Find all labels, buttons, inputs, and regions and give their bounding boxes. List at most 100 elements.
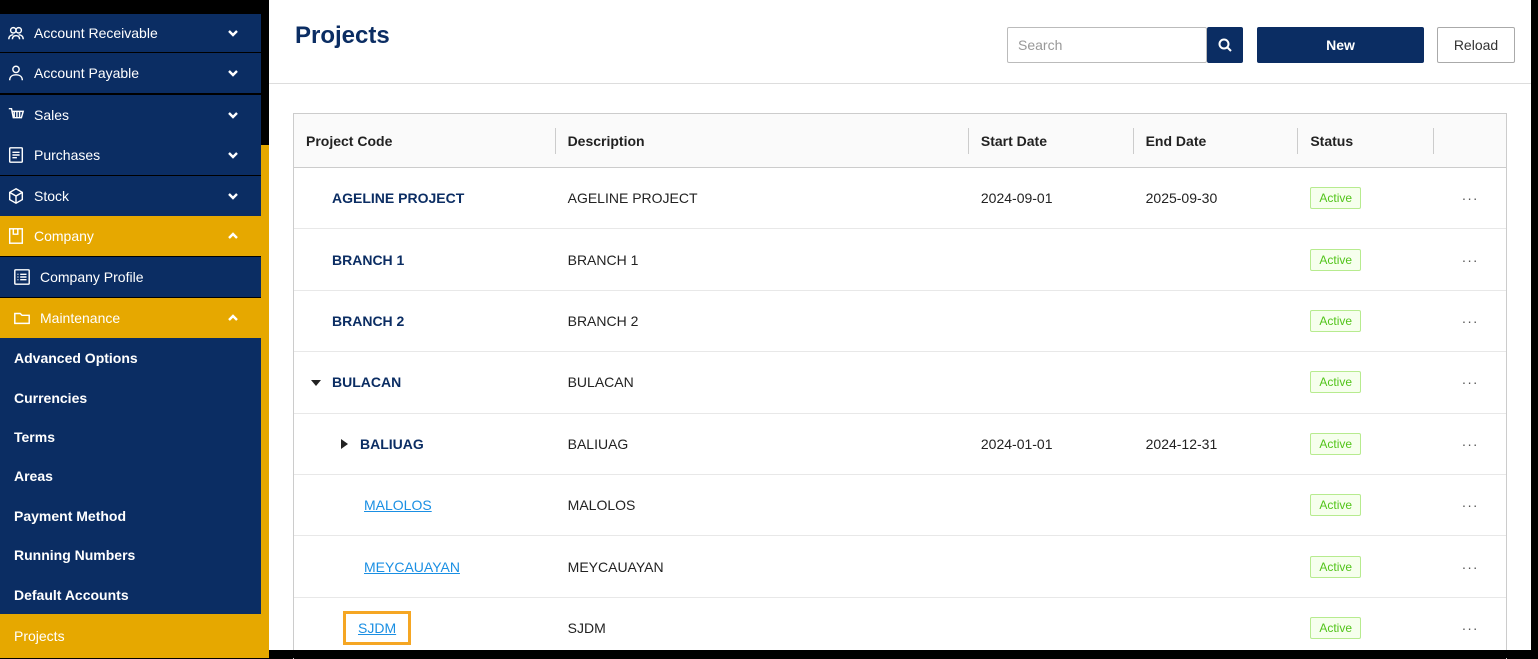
user-icon	[6, 63, 26, 83]
project-code[interactable]: BRANCH 2	[332, 313, 404, 329]
sidebar-item-projects[interactable]: Projects	[0, 614, 269, 658]
projects-table: Project Code Description Start Date End …	[293, 113, 1507, 659]
column-header-status[interactable]: Status	[1298, 114, 1434, 167]
table-row[interactable]: MALOLOS MALOLOS Active ···	[294, 475, 1506, 537]
table-row[interactable]: MEYCAUAYAN MEYCAUAYAN Active ···	[294, 536, 1506, 598]
project-code[interactable]: AGELINE PROJECT	[332, 190, 464, 206]
cart-icon	[6, 105, 26, 125]
status-badge: Active	[1310, 187, 1362, 210]
status-badge: Active	[1310, 555, 1362, 578]
bottom-edge	[269, 650, 1531, 658]
table-row[interactable]: AGELINE PROJECT AGELINE PROJECT 2024-09-…	[294, 168, 1506, 230]
sidebar-item-label: Account Payable	[34, 65, 140, 81]
project-description: BULACAN	[567, 374, 634, 391]
sidebar-item-purchases[interactable]: Purchases	[0, 135, 261, 175]
document-icon	[6, 145, 26, 165]
sidebar-item-label: Company Profile	[40, 269, 144, 285]
sidebar-item-advanced-options[interactable]: Advanced Options	[0, 338, 261, 378]
sidebar-item-label: Running Numbers	[14, 547, 136, 563]
sidebar-item-terms[interactable]: Terms	[0, 417, 261, 457]
main-content: Projects Search New Reload Project Code …	[269, 0, 1531, 659]
project-description: BALIUAG	[567, 435, 629, 452]
project-code-link[interactable]: MEYCAUAYAN	[364, 559, 460, 575]
more-actions-icon[interactable]: ···	[1462, 497, 1479, 513]
project-code-link[interactable]: SJDM	[342, 611, 412, 646]
caret-down-icon[interactable]	[310, 376, 324, 388]
search-input[interactable]: Search	[1007, 27, 1207, 63]
chevron-down-icon	[223, 105, 243, 125]
sidebar-item-label: Currencies	[14, 390, 88, 406]
sidebar-item-label: Account Receivable	[34, 25, 158, 41]
more-actions-icon[interactable]: ···	[1462, 436, 1479, 452]
project-description: MEYCAUAYAN	[567, 558, 664, 575]
sidebar-item-stock[interactable]: Stock	[0, 176, 261, 216]
sidebar-item-label: Payment Method	[14, 508, 127, 524]
project-code[interactable]: BALIUAG	[360, 436, 424, 452]
sidebar-item-company-profile[interactable]: Company Profile	[0, 257, 261, 297]
sidebar-item-company[interactable]: Company	[0, 216, 269, 256]
column-header-end-date[interactable]: End Date	[1134, 114, 1299, 167]
chevron-down-icon	[223, 23, 243, 43]
sidebar-item-account-payable[interactable]: Account Payable	[0, 53, 261, 93]
sidebar-item-label: Projects	[14, 628, 65, 644]
table-header: Project Code Description Start Date End …	[294, 114, 1506, 168]
search-button[interactable]	[1207, 27, 1243, 63]
table-row[interactable]: BALIUAG BALIUAG 2024-01-01 2024-12-31 Ac…	[294, 414, 1506, 475]
sidebar-item-label: Areas	[14, 468, 53, 484]
project-start-date: 2024-01-01	[980, 435, 1053, 452]
more-actions-icon[interactable]: ···	[1462, 313, 1479, 329]
sidebar-item-label: Stock	[34, 188, 70, 204]
more-actions-icon[interactable]: ···	[1462, 374, 1479, 390]
sidebar-item-label: Maintenance	[40, 310, 121, 326]
sidebar-item-running-numbers[interactable]: Running Numbers	[0, 535, 261, 575]
box-icon	[6, 186, 26, 206]
more-actions-icon[interactable]: ···	[1462, 559, 1479, 575]
table-row[interactable]: BULACAN BULACAN Active ···	[294, 352, 1506, 414]
sidebar-item-account-receivable[interactable]: Account Receivable	[0, 14, 261, 52]
chevron-down-icon	[223, 63, 243, 83]
status-badge: Active	[1310, 494, 1362, 517]
sidebar-item-label: Terms	[14, 429, 55, 445]
chevron-up-icon	[223, 226, 243, 246]
building-icon	[6, 226, 26, 246]
sidebar-item-default-accounts[interactable]: Default Accounts	[0, 575, 261, 614]
sidebar-item-label: Default Accounts	[14, 586, 129, 603]
project-end-date: 2025-09-30	[1145, 190, 1218, 207]
status-badge: Active	[1310, 309, 1362, 332]
new-button[interactable]: New	[1257, 27, 1424, 63]
chevron-up-icon	[223, 308, 243, 328]
folder-icon	[12, 308, 32, 328]
column-header-description[interactable]: Description	[556, 114, 970, 167]
project-code[interactable]: BRANCH 1	[332, 252, 404, 268]
project-description: BRANCH 2	[567, 312, 639, 329]
project-description: AGELINE PROJECT	[567, 190, 698, 207]
customers-icon	[6, 23, 26, 43]
project-code-link[interactable]: MALOLOS	[364, 497, 432, 513]
column-header-start-date[interactable]: Start Date	[969, 114, 1134, 167]
list-icon	[12, 267, 32, 287]
column-header-project-code[interactable]: Project Code	[294, 114, 556, 167]
sidebar-item-payment-method[interactable]: Payment Method	[0, 496, 261, 536]
more-actions-icon[interactable]: ···	[1462, 252, 1479, 268]
sidebar-item-areas[interactable]: Areas	[0, 456, 261, 496]
sidebar-item-label: Purchases	[34, 147, 101, 163]
table-row[interactable]: BRANCH 2 BRANCH 2 Active ···	[294, 291, 1506, 353]
search-icon	[1218, 38, 1232, 52]
sidebar-item-currencies[interactable]: Currencies	[0, 378, 261, 418]
project-start-date: 2024-09-01	[980, 190, 1053, 207]
sidebar-item-sales[interactable]: Sales	[0, 95, 261, 135]
more-actions-icon[interactable]: ···	[1462, 190, 1479, 206]
table-row[interactable]: BRANCH 1 BRANCH 1 Active ···	[294, 229, 1506, 291]
column-header-actions	[1434, 114, 1506, 167]
sidebar-item-label: Advanced Options	[14, 350, 138, 366]
reload-button[interactable]: Reload	[1437, 27, 1515, 63]
sidebar-item-maintenance[interactable]: Maintenance	[0, 298, 269, 338]
header-divider	[269, 83, 1531, 84]
caret-right-icon[interactable]	[338, 438, 352, 450]
status-badge: Active	[1310, 248, 1362, 271]
project-code[interactable]: BULACAN	[332, 374, 401, 390]
more-actions-icon[interactable]: ···	[1462, 620, 1479, 636]
chevron-down-icon	[223, 186, 243, 206]
app-frame: Account Receivable Account Payable Sales…	[0, 0, 1538, 659]
sidebar-item-label: Company	[34, 228, 94, 244]
